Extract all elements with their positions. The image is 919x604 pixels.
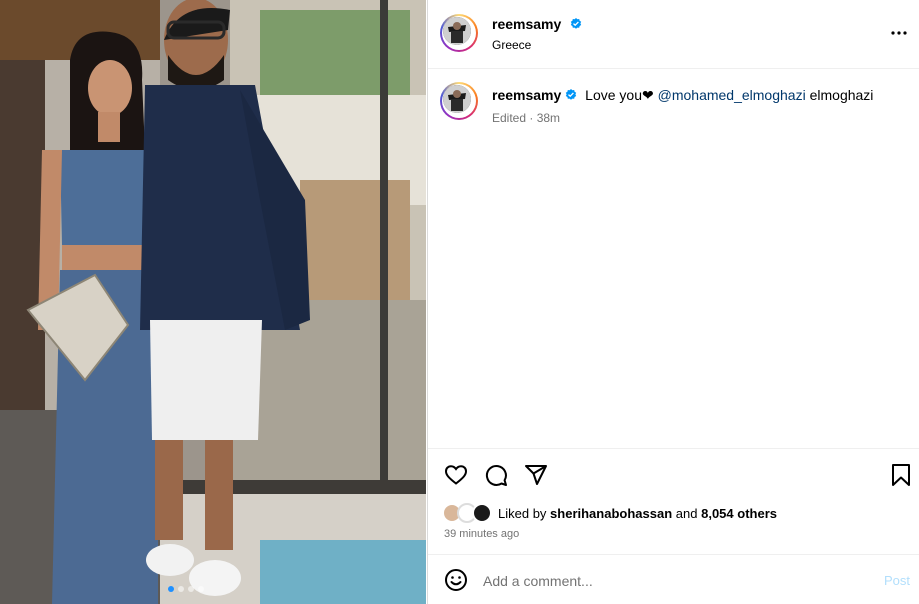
carousel-dot (178, 586, 184, 592)
post-header: reemsamy Greece (428, 0, 919, 69)
post-location[interactable]: Greece (492, 38, 531, 52)
carousel-dot (188, 586, 194, 592)
comment-input[interactable] (483, 571, 863, 591)
liked-by-and: and (675, 506, 698, 521)
caption-suffix: elmoghazi (809, 87, 874, 103)
post-details-panel: reemsamy Greece reemsamy Love you❤ @moha… (427, 0, 919, 604)
edited-label: Edited · 38m (492, 111, 561, 125)
avatar-image (443, 17, 471, 45)
divider (428, 554, 919, 555)
post-photo[interactable] (0, 0, 426, 604)
comment-icon[interactable] (484, 463, 508, 487)
liked-by-text: Liked by sherihanabohassan and 8,054 oth… (498, 506, 777, 521)
author-username[interactable]: reemsamy (492, 16, 561, 32)
more-horizontal-icon[interactable] (890, 24, 908, 42)
liked-by-prefix: Liked by (498, 506, 547, 521)
avatar (472, 503, 492, 523)
avatar-image (443, 85, 471, 113)
post-photo-illustration (0, 0, 426, 604)
carousel-indicator (168, 586, 204, 592)
liked-by-user-link[interactable]: sherihanabohassan (550, 506, 672, 521)
divider (428, 448, 919, 449)
carousel-dot (198, 586, 204, 592)
emoji-icon[interactable] (444, 568, 468, 592)
author-avatar[interactable] (440, 14, 478, 52)
caption-body: Love you❤ (585, 87, 654, 103)
caption-username[interactable]: reemsamy (492, 87, 561, 103)
post-caption: reemsamy Love you❤ @mohamed_elmoghazi el… (492, 87, 873, 104)
caption-mention-link[interactable]: @mohamed_elmoghazi (658, 87, 806, 103)
bookmark-icon[interactable] (889, 463, 913, 487)
author-line: reemsamy (492, 16, 582, 34)
verified-badge-icon (566, 89, 577, 100)
post-timestamp[interactable]: 39 minutes ago (444, 528, 519, 540)
caption-author-avatar[interactable] (440, 82, 478, 120)
post-comment-button[interactable]: Post (884, 573, 910, 588)
send-icon[interactable] (524, 463, 548, 487)
liked-by-others-link[interactable]: 8,054 others (701, 506, 777, 521)
carousel-dot-active (168, 586, 174, 592)
verified-badge-icon (570, 18, 581, 29)
heart-icon[interactable] (444, 463, 468, 487)
